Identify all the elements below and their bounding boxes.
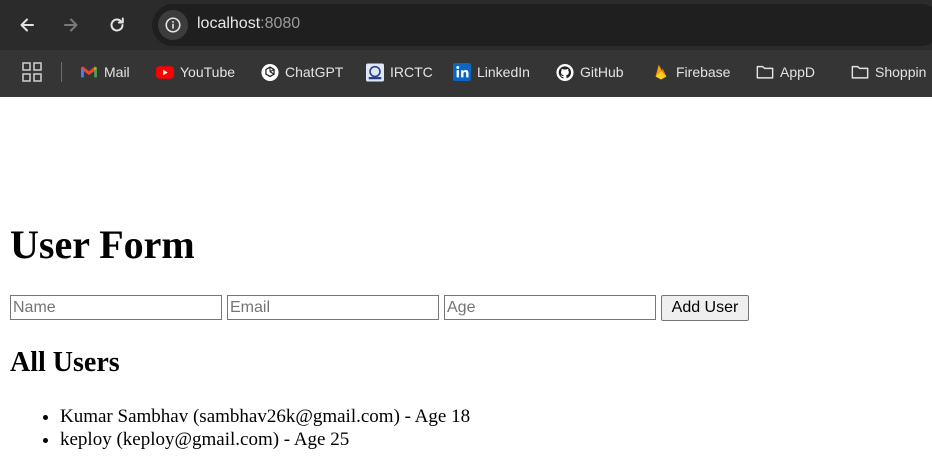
page-title: User Form — [10, 222, 195, 267]
bookmark-label: YouTube — [180, 64, 236, 80]
bookmark-youtube[interactable]: YouTube — [156, 61, 235, 83]
list-item: Kumar Sambhav (sambhav26k@gmail.com) - A… — [60, 405, 470, 428]
github-icon — [556, 63, 574, 81]
bookmark-label: Firebase — [676, 64, 731, 80]
email-input[interactable] — [227, 295, 439, 320]
bookmark-folder-appd[interactable]: AppD — [756, 61, 815, 83]
reload-button[interactable] — [100, 8, 134, 42]
reload-icon — [110, 17, 124, 32]
youtube-icon — [156, 63, 174, 81]
bookmark-label: Mail — [104, 64, 130, 80]
age-input[interactable] — [444, 295, 656, 320]
browser-chrome: localhost:8080 Mail YouTube ChatGPT IRCT… — [0, 0, 932, 97]
bookmark-github[interactable]: GitHub — [556, 61, 624, 83]
bookmark-irctc[interactable]: IRCTC — [366, 61, 433, 83]
address-bar[interactable]: localhost:8080 — [152, 4, 932, 46]
site-info-button[interactable] — [158, 10, 188, 40]
back-button[interactable] — [10, 8, 44, 42]
bookmark-label: AppD — [780, 64, 816, 80]
bookmark-label: LinkedIn — [477, 64, 530, 80]
bookmark-label: ChatGPT — [285, 64, 344, 80]
users-list-title: All Users — [10, 347, 120, 378]
arrow-right-icon — [64, 18, 78, 32]
users-list: Kumar Sambhav (sambhav26k@gmail.com) - A… — [20, 405, 470, 451]
bookmarks-separator — [61, 62, 62, 82]
url-port: :8080 — [260, 15, 301, 32]
linkedin-icon — [453, 63, 471, 81]
forward-button[interactable] — [54, 8, 88, 42]
apps-grid-icon[interactable] — [22, 62, 42, 82]
bookmark-label: GitHub — [580, 64, 624, 80]
info-icon — [165, 17, 181, 33]
arrow-left-icon — [20, 18, 34, 32]
add-user-button[interactable]: Add User — [661, 295, 749, 321]
browser-toolbar: localhost:8080 — [0, 0, 932, 50]
bookmark-folder-shoppin[interactable]: Shoppin — [851, 61, 926, 83]
url-host: localhost — [197, 15, 261, 32]
bookmark-label: IRCTC — [390, 64, 433, 80]
url-text[interactable]: localhost:8080 — [197, 15, 300, 33]
bookmark-firebase[interactable]: Firebase — [652, 61, 730, 83]
irctc-icon — [366, 63, 384, 81]
name-input[interactable] — [10, 295, 222, 320]
gmail-icon — [80, 63, 98, 81]
bookmark-mail[interactable]: Mail — [80, 61, 130, 83]
firebase-icon — [652, 63, 670, 81]
folder-icon — [851, 63, 869, 81]
bookmarks-bar: Mail YouTube ChatGPT IRCTC LinkedIn GitH… — [0, 50, 932, 97]
list-item: keploy (keploy@gmail.com) - Age 25 — [60, 428, 470, 451]
bookmark-chatgpt[interactable]: ChatGPT — [261, 61, 343, 83]
bookmark-linkedin[interactable]: LinkedIn — [453, 61, 530, 83]
folder-icon — [756, 63, 774, 81]
bookmark-label: Shoppin — [875, 64, 927, 80]
chatgpt-icon — [261, 63, 279, 81]
